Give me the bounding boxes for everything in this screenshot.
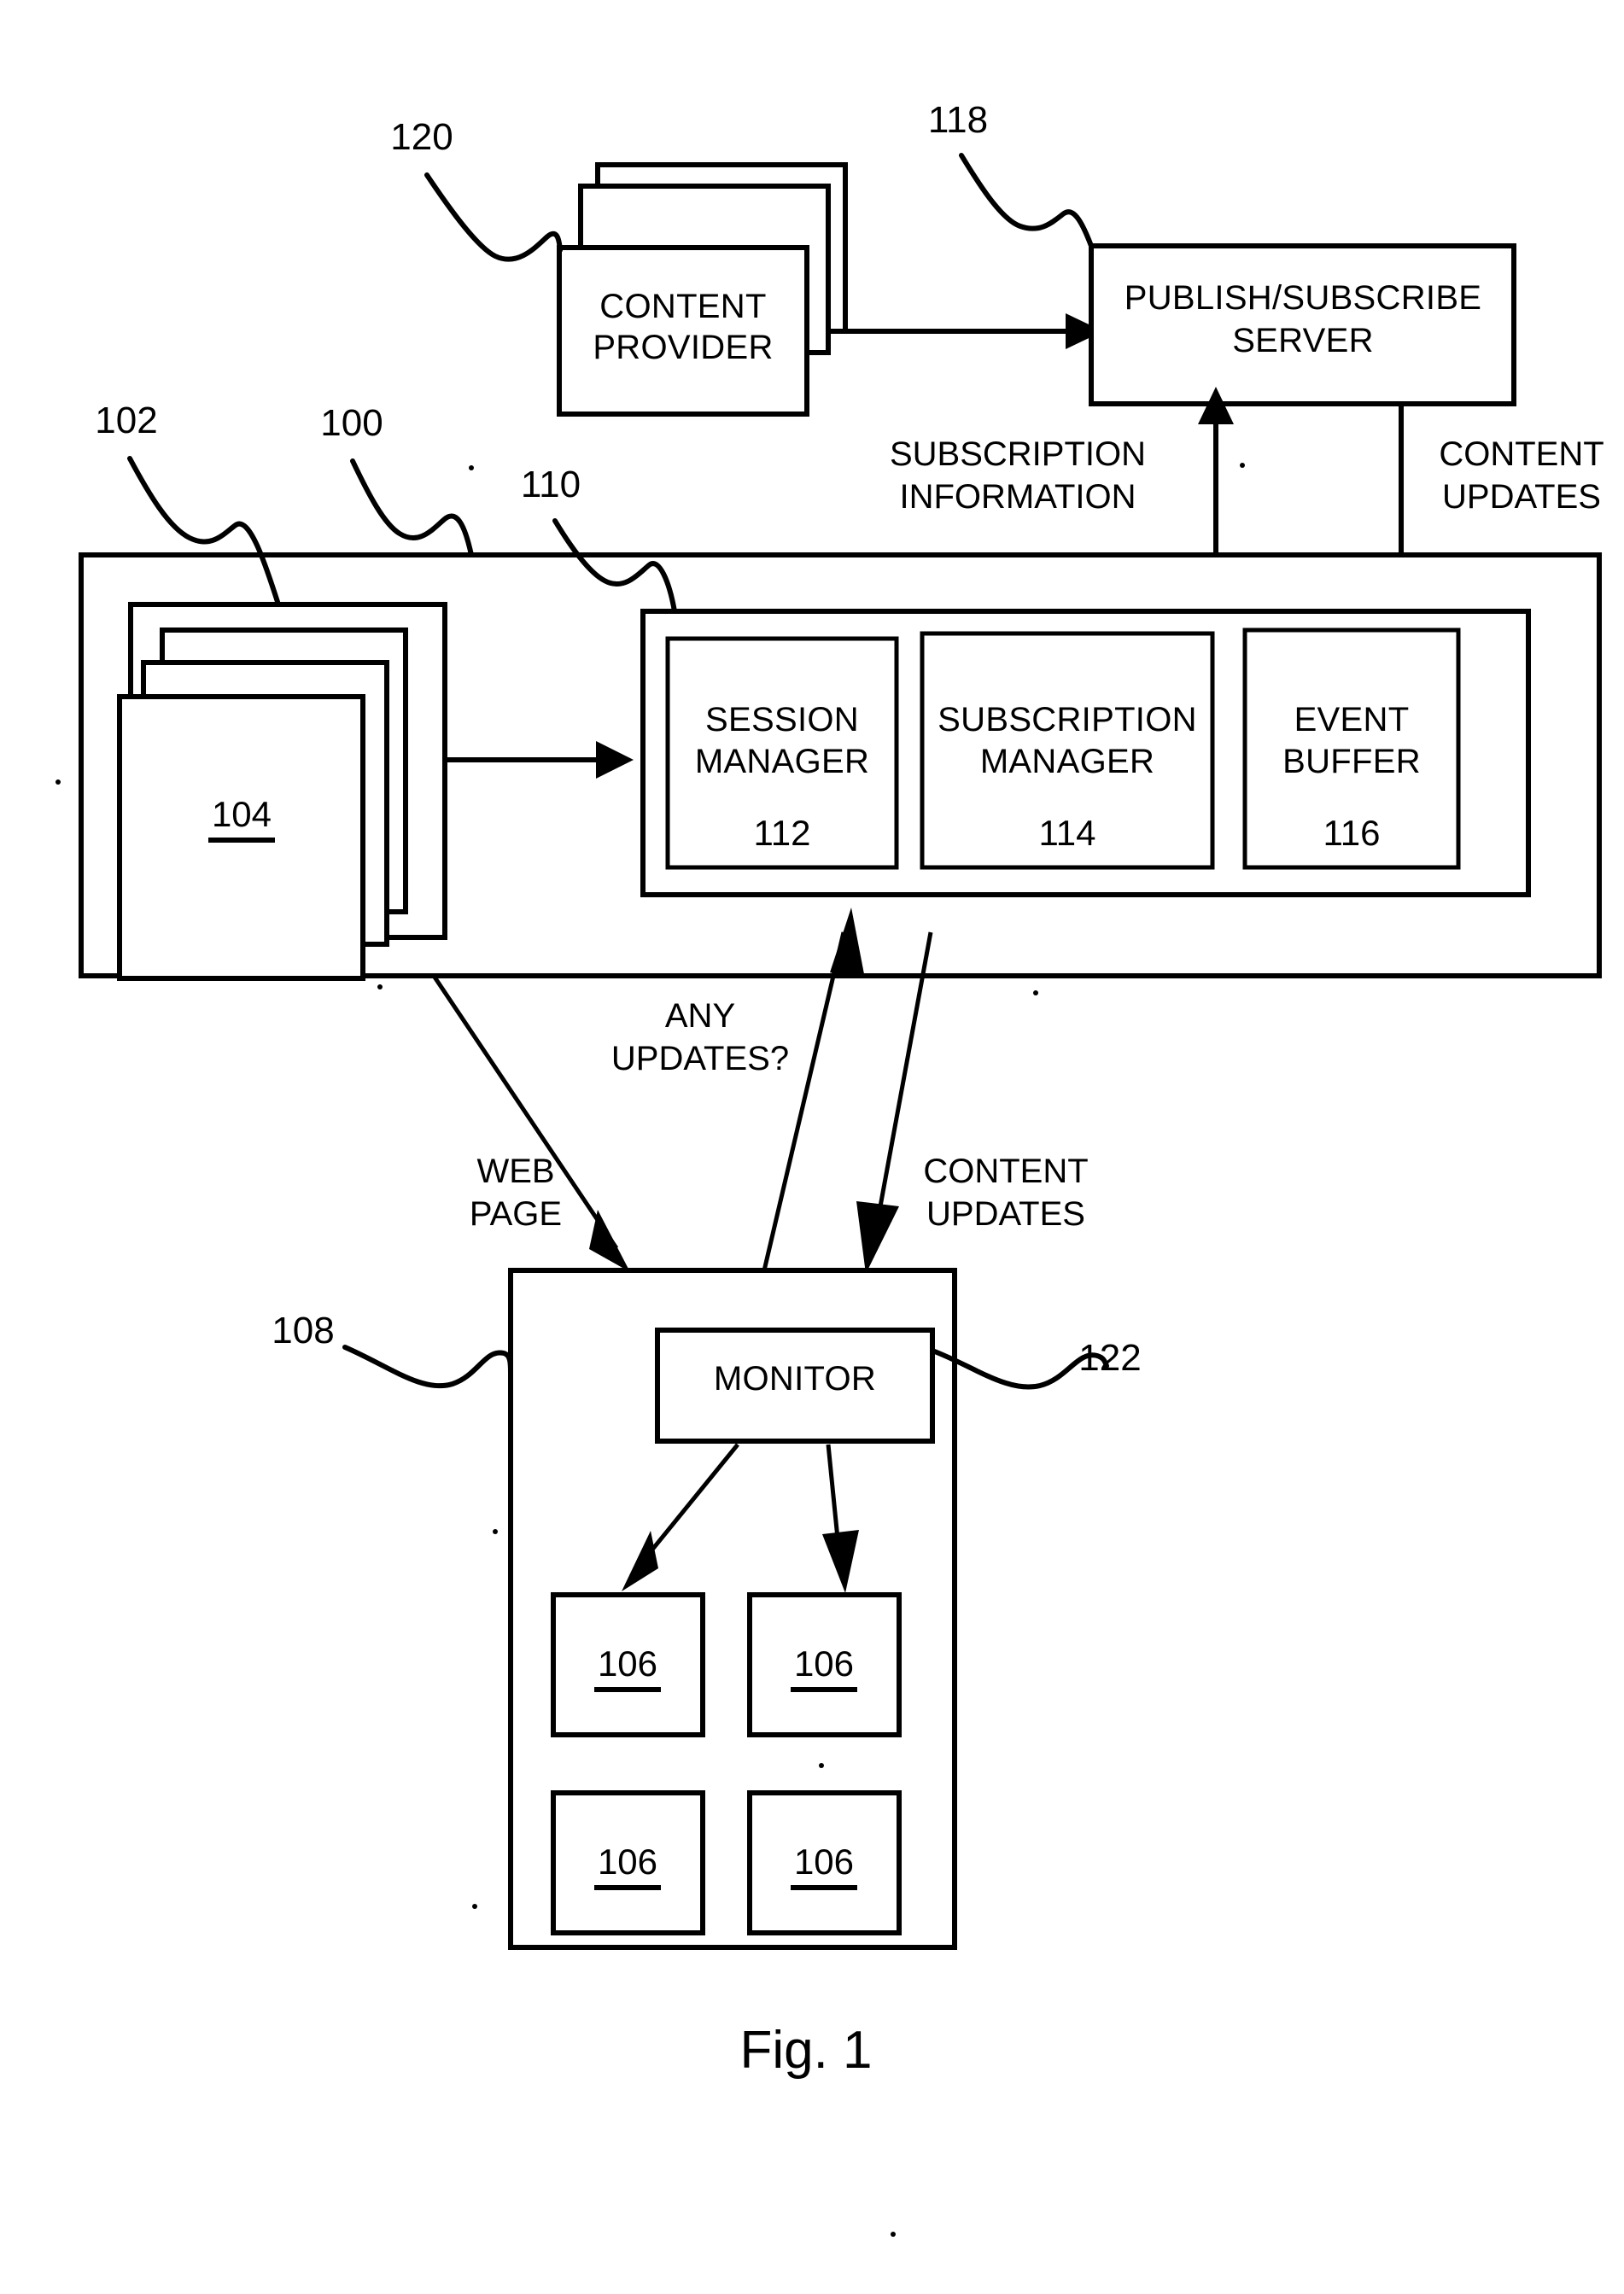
ref-callout-122-group: 122 — [930, 1337, 1142, 1390]
subscription-manager-label-line2: MANAGER — [980, 743, 1154, 780]
ref-callout-108: 108 — [272, 1310, 334, 1351]
speck-4 — [377, 984, 383, 989]
flow-label-content-updates-browser-line2: UPDATES — [926, 1195, 1085, 1233]
flow-label-any-updates-line1: ANY — [665, 997, 735, 1035]
flow-label-web-page-line2: PAGE — [470, 1195, 562, 1233]
speck-5 — [1033, 990, 1038, 995]
ref-callout-120-group: 120 — [390, 116, 563, 262]
subscription-manager-node: SUBSCRIPTION MANAGER 114 — [920, 631, 1215, 870]
session-manager-ref-112: 112 — [754, 813, 811, 853]
ref-callout-102: 102 — [95, 400, 157, 441]
web-page-ref-104: 104 — [212, 794, 272, 834]
speck-2 — [1240, 463, 1245, 468]
ref-callout-110: 110 — [521, 464, 581, 505]
speck-6 — [493, 1529, 498, 1534]
pubsub-server-label-line2: SERVER — [1232, 322, 1374, 359]
flow-provider-to-server — [847, 313, 1103, 349]
speck-8 — [472, 1904, 477, 1909]
panel-ref-3: 106 — [598, 1842, 657, 1882]
ref-callout-100-group: 100 — [320, 402, 474, 557]
content-provider-stack: CONTENT PROVIDER — [557, 162, 848, 417]
subscription-manager-label-line1: SUBSCRIPTION — [938, 701, 1197, 738]
pubsub-server-node: PUBLISH/SUBSCRIBE SERVER — [1089, 243, 1516, 406]
flow-line-content-updates-browser — [870, 931, 933, 1249]
session-manager-label-line2: MANAGER — [695, 743, 869, 780]
session-manager-label-line1: SESSION — [705, 701, 859, 738]
panel-ref-4: 106 — [794, 1842, 854, 1882]
web-page-ref-group: 104 — [208, 794, 275, 843]
monitor-label: MONITOR — [714, 1360, 876, 1398]
panel-ref-1: 106 — [598, 1643, 657, 1684]
speck-7 — [819, 1763, 824, 1768]
speck-1 — [469, 465, 474, 470]
list-item: 106 — [551, 1592, 705, 1737]
flow-web-page: WEB PAGE — [431, 974, 630, 1272]
ref-callout-108-group: 108 — [272, 1310, 513, 1389]
flow-label-subscription-line1: SUBSCRIPTION — [890, 435, 1146, 473]
list-item: 106 — [747, 1592, 902, 1737]
subscription-manager-ref-114: 114 — [1039, 813, 1096, 853]
arrowhead-content-updates-browser — [856, 1201, 899, 1274]
speck-3 — [55, 779, 61, 785]
leader-line-108 — [342, 1345, 513, 1389]
list-item: 106 — [551, 1790, 705, 1935]
leader-line-120 — [424, 172, 563, 262]
leader-line-118 — [959, 153, 1094, 248]
flow-label-subscription-line2: INFORMATION — [899, 478, 1136, 516]
pubsub-server-label-line1: PUBLISH/SUBSCRIBE — [1125, 279, 1482, 317]
flow-label-content-updates-down-line2: UPDATES — [1442, 478, 1601, 516]
flow-content-updates-browser: CONTENT UPDATES — [856, 931, 1089, 1274]
event-buffer-label-line2: BUFFER — [1282, 743, 1421, 780]
flow-line-any-updates — [749, 931, 846, 1326]
patent-figure-container: CONTENT PROVIDER 120 PUBLISH/SUBSCRIBE S… — [0, 0, 1624, 2294]
flow-label-any-updates-line2: UPDATES? — [611, 1040, 789, 1077]
flow-label-web-page-line1: WEB — [476, 1153, 554, 1190]
flow-label-content-updates-down-line1: CONTENT — [1439, 435, 1604, 473]
figure-caption: Fig. 1 — [739, 2021, 872, 2080]
page-store-stack — [117, 602, 447, 981]
event-buffer-node: EVENT BUFFER 116 — [1242, 627, 1461, 870]
monitor-node: MONITOR — [655, 1328, 935, 1444]
flow-label-content-updates-browser-line1: CONTENT — [923, 1153, 1088, 1190]
ref-callout-120: 120 — [390, 116, 453, 158]
panel-ref-2: 106 — [794, 1643, 854, 1684]
figure-1-diagram: CONTENT PROVIDER 120 PUBLISH/SUBSCRIBE S… — [55, 99, 1604, 2237]
ref-callout-100: 100 — [320, 402, 383, 444]
event-buffer-label-line1: EVENT — [1294, 701, 1410, 738]
content-provider-label-line1: CONTENT — [599, 288, 766, 325]
event-buffer-ref-116: 116 — [1323, 813, 1381, 853]
list-item: 106 — [747, 1790, 902, 1935]
content-provider-label-line2: PROVIDER — [593, 329, 773, 366]
ref-callout-118: 118 — [928, 99, 988, 141]
session-manager-node: SESSION MANAGER 112 — [665, 636, 899, 870]
leader-line-100 — [350, 458, 474, 557]
speck-9 — [891, 2232, 896, 2237]
ref-callout-118-group: 118 — [928, 99, 1094, 248]
